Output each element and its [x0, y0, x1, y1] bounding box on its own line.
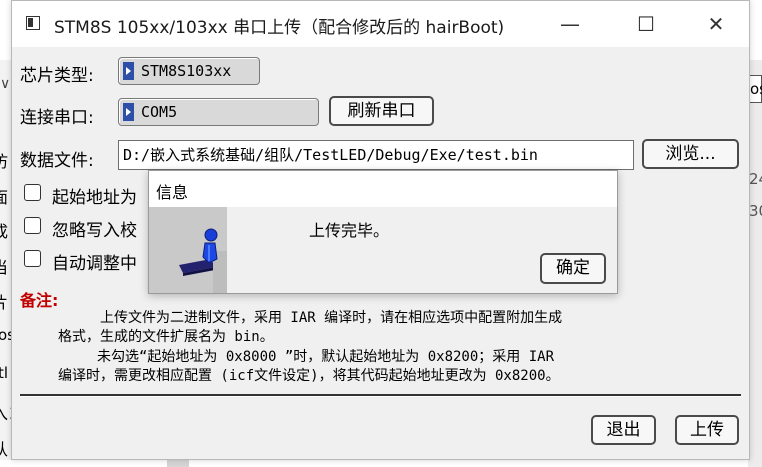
serial-port-label: 连接串口:: [20, 108, 94, 128]
note-line-1: 上传文件为二进制文件，采用 IAR 编译时，请在相应选项中配置附加生成: [100, 310, 563, 326]
note-line-4: 编译时，需更改相应配置 (icf文件设定)，将其代码起始地址更改为 0x8200…: [58, 368, 560, 384]
bg-frag-5: 当: [0, 258, 9, 277]
app-icon: [26, 16, 40, 30]
dialog-ok-button[interactable]: 确定: [540, 253, 606, 284]
dialog-icon-panel: [149, 207, 227, 293]
data-file-label: 数据文件:: [20, 151, 94, 171]
dialog-titlebar: 信息: [149, 171, 617, 207]
option-checkbox-ignore-verify[interactable]: [24, 217, 41, 234]
dialog-message: 上传完毕。: [309, 221, 390, 240]
browse-button[interactable]: 浏览...: [642, 139, 739, 169]
separator: [20, 394, 741, 397]
bg-frag-11: os_: [750, 80, 762, 98]
data-file-input[interactable]: D:/嵌入式系统基础/组队/TestLED/Debug/Exe/test.bin: [118, 140, 634, 170]
note-line-3: 未勾选“起始地址为 0x8000 ”时，默认起始地址为 0x8200；采用 IA…: [97, 349, 555, 365]
option-checkbox-auto-adjust[interactable]: [24, 250, 41, 267]
window-title: STM8S 105xx/103xx 串口上传（配合修改后的 hairBoot): [54, 18, 505, 38]
titlebar: STM8S 105xx/103xx 串口上传（配合修改后的 hairBoot) …: [12, 1, 749, 47]
bg-frag-12: 24: [749, 170, 762, 188]
bg-frag-1: ∨: [0, 76, 11, 92]
dialog-title: 信息: [156, 183, 189, 202]
bg-frag-8: tl: [0, 364, 9, 382]
maximize-button[interactable]: ☐: [628, 9, 664, 39]
serial-port-value: COM5: [141, 103, 178, 121]
option-label-start-address: 起始地址为: [52, 188, 137, 208]
close-button[interactable]: ✕: [698, 9, 734, 39]
chip-type-select[interactable]: STM8S103xx: [118, 57, 260, 85]
minimize-button[interactable]: —: [552, 9, 588, 39]
upload-button[interactable]: 上传: [675, 415, 739, 445]
bg-frag-10: 认: [0, 440, 9, 459]
background-right-panel: [748, 60, 762, 467]
option-label-auto-adjust: 自动调整中: [52, 254, 137, 274]
exit-button[interactable]: 退出: [591, 415, 656, 445]
note-line-2: 格式，生成的文件扩展名为 bin。: [58, 329, 274, 345]
note-title: 备注:: [20, 291, 59, 310]
bg-frag-3: 面: [0, 188, 9, 207]
option-label-ignore-verify: 忽略写入校: [52, 221, 137, 241]
bg-frag-2: 仿: [0, 152, 9, 171]
bg-frag-13: 30: [749, 202, 762, 220]
dropdown-arrow-icon: [123, 103, 134, 121]
bg-frag-6: 片: [0, 293, 9, 312]
chip-type-label: 芯片类型:: [20, 66, 94, 86]
message-dialog: 信息 上传完毕。 确定: [148, 170, 618, 294]
serial-port-select[interactable]: COM5: [118, 98, 319, 126]
option-checkbox-start-address[interactable]: [24, 184, 41, 201]
refresh-port-button[interactable]: 刷新串口: [329, 96, 434, 126]
dropdown-arrow-icon: [123, 62, 134, 80]
info-person-icon: [164, 221, 227, 293]
chip-type-value: STM8S103xx: [141, 62, 232, 80]
bg-frag-4: 成: [0, 222, 9, 241]
